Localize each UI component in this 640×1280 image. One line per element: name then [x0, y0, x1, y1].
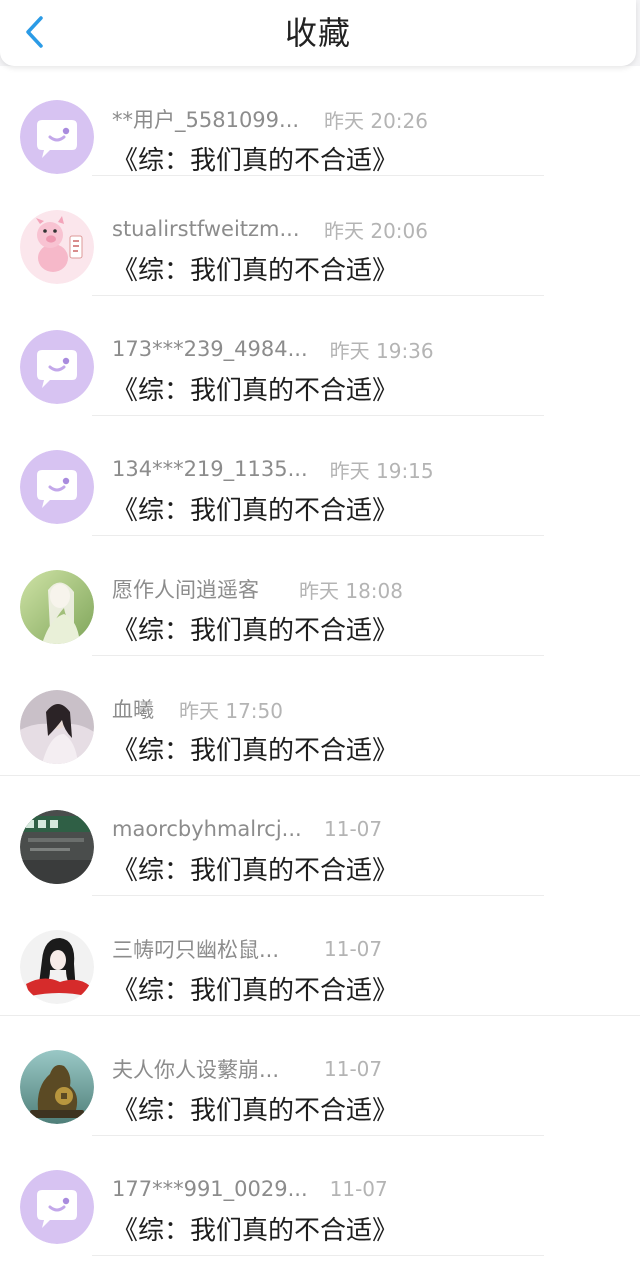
list-item[interactable]: 愿作人间逍遥客 昨天 18:08 《综：我们真的不合适》	[0, 536, 640, 656]
timestamp: 11-07	[329, 1177, 388, 1201]
item-meta: maorcbyhmalrcj... 11-07	[112, 814, 382, 844]
default-chat-avatar[interactable]	[20, 450, 94, 524]
book-title: 《综：我们真的不合适》	[112, 376, 399, 406]
page-title: 收藏	[284, 14, 351, 52]
list-item[interactable]: 血曦 昨天 17:50 《综：我们真的不合适》	[0, 656, 640, 776]
list-item[interactable]: stualirstfweitzm... 昨天 20:06 《综：我们真的不合适》	[0, 176, 640, 296]
book-title: 《综：我们真的不合适》	[112, 856, 399, 886]
timestamp: 昨天 17:50	[179, 698, 283, 723]
book-title: 《综：我们真的不合适》	[112, 256, 399, 286]
user-name: 134***219_1135...	[112, 457, 308, 481]
item-meta: 愿作人间逍遥客 昨天 18:08	[112, 574, 403, 604]
timestamp: 昨天 18:08	[299, 578, 403, 603]
item-meta: 173***239_4984... 昨天 19:36	[112, 334, 434, 364]
user-name: 血曦	[112, 698, 154, 722]
default-chat-avatar[interactable]	[20, 330, 94, 404]
item-meta: 134***219_1135... 昨天 19:15	[112, 454, 434, 484]
list-item[interactable]: maorcbyhmalrcj... 11-07 《综：我们真的不合适》	[0, 776, 640, 896]
user-name: 愿作人间逍遥客	[112, 578, 259, 602]
item-meta: 血曦 昨天 17:50	[112, 694, 283, 724]
item-meta: 三帱叼只幽松鼠... 11-07	[112, 934, 382, 964]
timestamp: 昨天 20:26	[324, 108, 428, 133]
user-name: 夫人你人设蘩崩...	[112, 1058, 280, 1082]
item-meta: stualirstfweitzm... 昨天 20:06	[112, 214, 428, 244]
list-item[interactable]: 173***239_4984... 昨天 19:36 《综：我们真的不合适》	[0, 296, 640, 416]
user-name: 173***239_4984...	[112, 337, 308, 361]
list-item[interactable]: 177***991_0029... 11-07 《综：我们真的不合适》	[0, 1136, 640, 1256]
item-meta: **用户_5581099... 昨天 20:26	[112, 104, 428, 134]
pig-avatar[interactable]	[20, 210, 94, 284]
item-meta: 177***991_0029... 11-07	[112, 1174, 388, 1204]
list-item[interactable]: **用户_5581099... 昨天 20:26 《综：我们真的不合适》	[0, 66, 640, 176]
top-bar: 收藏	[0, 0, 636, 66]
divider	[92, 1255, 544, 1256]
sign-photo-avatar[interactable]	[20, 810, 94, 884]
user-name: stualirstfweitzm...	[112, 217, 300, 241]
book-title: 《综：我们真的不合适》	[112, 496, 399, 526]
timestamp: 11-07	[324, 1057, 383, 1081]
user-name: maorcbyhmalrcj...	[112, 817, 302, 841]
book-title: 《综：我们真的不合适》	[112, 1096, 399, 1126]
user-name: **用户_5581099...	[112, 108, 300, 132]
green-portrait-avatar[interactable]	[20, 570, 94, 644]
user-name: 三帱叼只幽松鼠...	[112, 938, 280, 962]
book-title: 《综：我们真的不合适》	[112, 1216, 399, 1246]
timestamp: 昨天 19:15	[329, 458, 434, 483]
list-item[interactable]: 三帱叼只幽松鼠... 11-07 《综：我们真的不合适》	[0, 896, 640, 1016]
default-chat-avatar[interactable]	[20, 100, 94, 174]
item-meta: 夫人你人设蘩崩... 11-07	[112, 1054, 382, 1084]
timestamp: 11-07	[324, 937, 383, 961]
bronze-statue-avatar[interactable]	[20, 1050, 94, 1124]
list-item[interactable]: 夫人你人设蘩崩... 11-07 《综：我们真的不合适》	[0, 1016, 640, 1136]
user-name: 177***991_0029...	[112, 1177, 308, 1201]
book-title: 《综：我们真的不合适》	[112, 736, 399, 766]
default-chat-avatar[interactable]	[20, 1170, 94, 1244]
drawn-girl-avatar[interactable]	[20, 930, 94, 1004]
timestamp: 昨天 19:36	[329, 338, 434, 363]
book-title: 《综：我们真的不合适》	[112, 146, 399, 176]
book-title: 《综：我们真的不合适》	[112, 976, 399, 1006]
favorites-list[interactable]: **用户_5581099... 昨天 20:26 《综：我们真的不合适》 stual…	[0, 66, 640, 1280]
dark-portrait-avatar[interactable]	[20, 690, 94, 764]
timestamp: 11-07	[324, 817, 383, 841]
book-title: 《综：我们真的不合适》	[112, 616, 399, 646]
timestamp: 昨天 20:06	[324, 218, 428, 243]
list-item[interactable]: 134***219_1135... 昨天 19:15 《综：我们真的不合适》	[0, 416, 640, 536]
